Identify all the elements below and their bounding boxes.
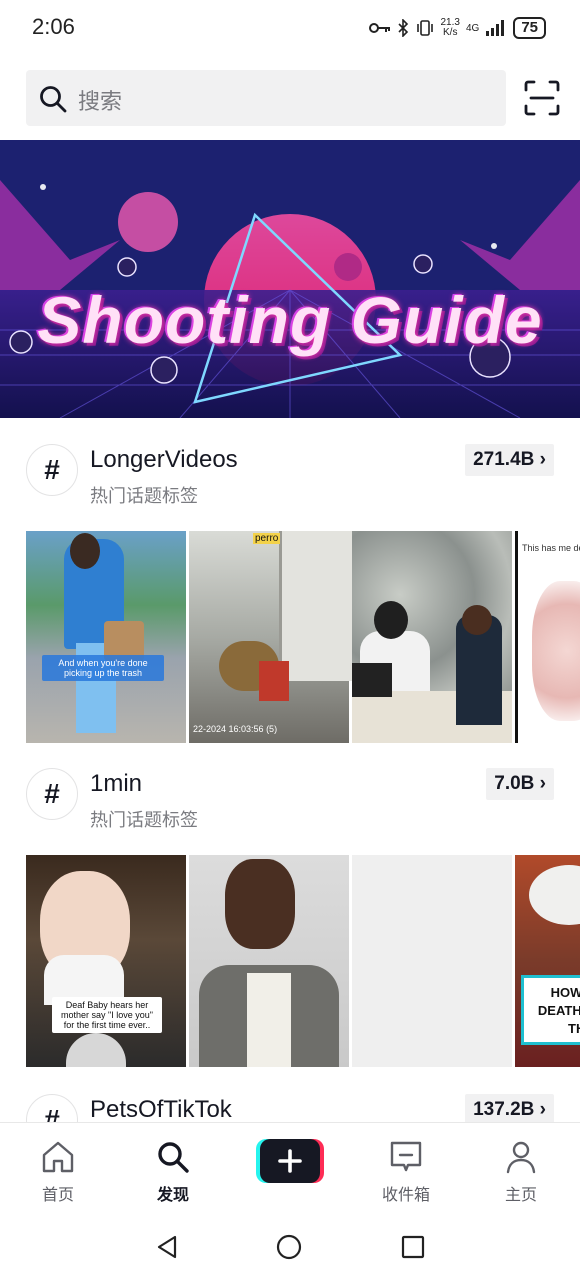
thumbnail-caption: Deaf Baby hears her mother say "I love y…	[52, 997, 162, 1033]
hashtag-icon: #	[26, 1094, 78, 1122]
status-icons: 21.3 K/s 4G 75	[368, 14, 546, 42]
scan-icon[interactable]	[522, 78, 562, 118]
tab-profile[interactable]: 主页	[471, 1123, 571, 1213]
banner-art	[0, 140, 580, 418]
thumbnail-caption: And when you're done picking up the tras…	[42, 655, 164, 681]
topic-row-1min[interactable]: # 1min 热门话题标签 7.0B ›	[0, 754, 580, 844]
hashtag-icon: #	[26, 444, 78, 496]
topic-subtitle: 热门话题标签	[90, 810, 198, 830]
tab-home[interactable]: 首页	[8, 1123, 108, 1213]
hashtag-icon: #	[26, 768, 78, 820]
thumbnail-caption: perro	[253, 533, 281, 544]
topic-name: LongerVideos	[90, 446, 238, 473]
chevron-right-icon: ›	[539, 449, 546, 470]
home-circle-icon[interactable]	[276, 1234, 302, 1260]
video-thumbnail[interactable]	[352, 531, 512, 743]
key-icon	[368, 23, 390, 33]
bottom-tab-bar: 首页 发现 收件箱 主页	[0, 1122, 580, 1213]
video-thumbnail[interactable]	[189, 855, 349, 1067]
recents-icon[interactable]	[400, 1234, 426, 1260]
topic-view-count[interactable]: 137.2B ›	[465, 1094, 554, 1122]
search-row: 搜索	[0, 68, 580, 128]
bluetooth-icon	[397, 19, 408, 37]
signal-icon	[486, 20, 505, 36]
system-nav-bar	[0, 1212, 580, 1279]
network-type: 4G	[465, 22, 480, 34]
chevron-right-icon: ›	[539, 1099, 546, 1120]
video-thumbnail[interactable]: Deaf Baby hears her mother say "I love y…	[26, 855, 186, 1067]
topic-name: 1min	[90, 770, 143, 797]
topic-view-count[interactable]: 271.4B ›	[465, 444, 554, 476]
thumbnail-caption: HOW T DEATH V THE	[521, 975, 580, 1045]
thumbnail-strip: Deaf Baby hears her mother say "I love y…	[26, 855, 580, 1067]
home-icon	[42, 1141, 74, 1173]
status-time: 2:06	[32, 14, 75, 39]
search-icon	[40, 86, 67, 113]
tab-label: 主页	[504, 1187, 537, 1204]
topic-name: PetsOfTikTok	[90, 1096, 232, 1122]
tab-label: 收件箱	[381, 1187, 430, 1204]
tab-label: 首页	[41, 1187, 74, 1204]
back-icon[interactable]	[154, 1234, 180, 1260]
video-thumbnail[interactable]: This has me de	[515, 531, 580, 743]
thumbnail-strip: And when you're done picking up the tras…	[26, 531, 580, 743]
tab-inbox[interactable]: 收件箱	[356, 1123, 456, 1213]
topic-row-petsoftiktok[interactable]: # PetsOfTikTok 137.2B ›	[0, 1080, 580, 1122]
search-input[interactable]: 搜索	[26, 70, 506, 126]
search-placeholder: 搜索	[78, 89, 123, 114]
battery-indicator: 75	[513, 17, 546, 39]
topic-view-count[interactable]: 7.0B ›	[486, 768, 554, 800]
topic-row-longervideos[interactable]: # LongerVideos 热门话题标签 271.4B ›	[0, 430, 580, 520]
chevron-right-icon: ›	[539, 773, 546, 794]
promo-banner[interactable]: Shooting Guide	[0, 140, 580, 418]
net-speed: 21.3 K/s	[440, 17, 460, 38]
video-thumbnail[interactable]: perro 22-2024 16:03:56 (5)	[189, 531, 352, 743]
inbox-icon	[390, 1141, 422, 1172]
banner-title: Shooting Guide	[37, 283, 543, 357]
profile-icon	[506, 1141, 536, 1174]
video-thumbnail[interactable]	[352, 855, 512, 1067]
tab-discover[interactable]: 发现	[123, 1123, 223, 1213]
thumbnail-caption: This has me de	[522, 543, 580, 553]
tab-label: 发现	[156, 1187, 189, 1204]
thumbnail-timestamp: 22-2024 16:03:56 (5)	[193, 724, 278, 734]
status-bar: 2:06 21.3 K/s 4G 75	[0, 0, 580, 56]
search-icon	[158, 1142, 189, 1173]
create-button[interactable]	[256, 1139, 324, 1183]
topic-subtitle: 热门话题标签	[90, 486, 198, 506]
video-thumbnail[interactable]: HOW T DEATH V THE	[515, 855, 580, 1067]
video-thumbnail[interactable]: And when you're done picking up the tras…	[26, 531, 186, 743]
vibrate-icon	[416, 20, 433, 36]
